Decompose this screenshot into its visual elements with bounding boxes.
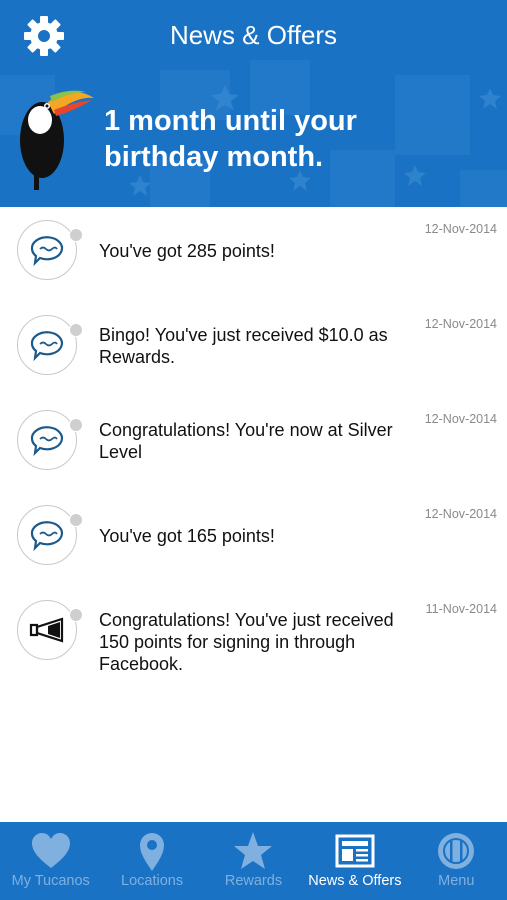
- toucan-mascot-icon: [20, 90, 94, 190]
- tab-label: Rewards: [224, 873, 283, 889]
- banner-line-1: 1 month until your: [104, 105, 357, 137]
- notification-icon-circle: [17, 410, 77, 470]
- heart-icon: [31, 833, 70, 868]
- map-pin-icon: [140, 833, 165, 871]
- notification-message: Bingo! You've just received $10.0 as Rew…: [99, 325, 388, 367]
- page-title: News & Offers: [169, 20, 338, 50]
- notification-date: 12-Nov-2014: [424, 507, 497, 521]
- news-header: News & Offers 1 month until your birthda…: [0, 0, 507, 207]
- tab-locations[interactable]: Locations: [101, 822, 202, 900]
- bottom-tab-bar: My Tucanos Locations Rewards News & Offe…: [0, 822, 507, 900]
- notification-message: Congratulations! You've just received 15…: [99, 610, 394, 674]
- chat-bubble-icon: [30, 521, 64, 552]
- star-icon: [234, 832, 273, 869]
- tab-label: News & Offers: [308, 873, 402, 889]
- banner-line-2: birthday month.: [104, 141, 324, 173]
- unread-dot: [69, 513, 83, 527]
- notification-icon-circle: [17, 505, 77, 565]
- tab-news-offers[interactable]: News & Offers: [304, 822, 405, 900]
- notification-row[interactable]: Congratulations! You've just received 15…: [0, 587, 507, 682]
- tab-label: Menu: [438, 873, 475, 889]
- notification-row[interactable]: Congratulations! You're now at Silver Le…: [0, 397, 507, 492]
- notification-date: 12-Nov-2014: [424, 222, 497, 236]
- notification-date: 12-Nov-2014: [424, 317, 497, 331]
- notification-icon-circle: [17, 600, 77, 660]
- birthday-banner-text: 1 month until your birthday month.: [104, 103, 357, 175]
- unread-dot: [69, 228, 83, 242]
- tab-label: Locations: [121, 873, 184, 889]
- tab-label: My Tucanos: [11, 873, 90, 889]
- notification-date: 12-Nov-2014: [424, 412, 497, 426]
- unread-dot: [69, 608, 83, 622]
- notification-row[interactable]: You've got 165 points! 12-Nov-2014: [0, 492, 507, 587]
- notification-icon-circle: [17, 315, 77, 375]
- notification-message: Congratulations! You're now at Silver Le…: [99, 420, 393, 462]
- megaphone-icon: [29, 617, 64, 643]
- tab-my-tucanos[interactable]: My Tucanos: [0, 822, 101, 900]
- unread-dot: [69, 323, 83, 337]
- chat-bubble-icon: [30, 236, 64, 267]
- notification-list: You've got 285 points! 12-Nov-2014 Bingo…: [0, 207, 507, 682]
- tab-rewards[interactable]: Rewards: [203, 822, 304, 900]
- newspaper-icon: [335, 834, 375, 868]
- notification-icon-circle: [17, 220, 77, 280]
- notification-row[interactable]: Bingo! You've just received $10.0 as Rew…: [0, 302, 507, 397]
- notification-message: You've got 285 points!: [99, 241, 275, 261]
- chat-bubble-icon: [30, 331, 64, 362]
- notification-row[interactable]: You've got 285 points! 12-Nov-2014: [0, 207, 507, 302]
- notification-message: You've got 165 points!: [99, 526, 275, 546]
- tab-menu[interactable]: Menu: [406, 822, 507, 900]
- plate-icon: [438, 833, 475, 869]
- notification-date: 11-Nov-2014: [425, 602, 497, 616]
- chat-bubble-icon: [30, 426, 64, 457]
- unread-dot: [69, 418, 83, 432]
